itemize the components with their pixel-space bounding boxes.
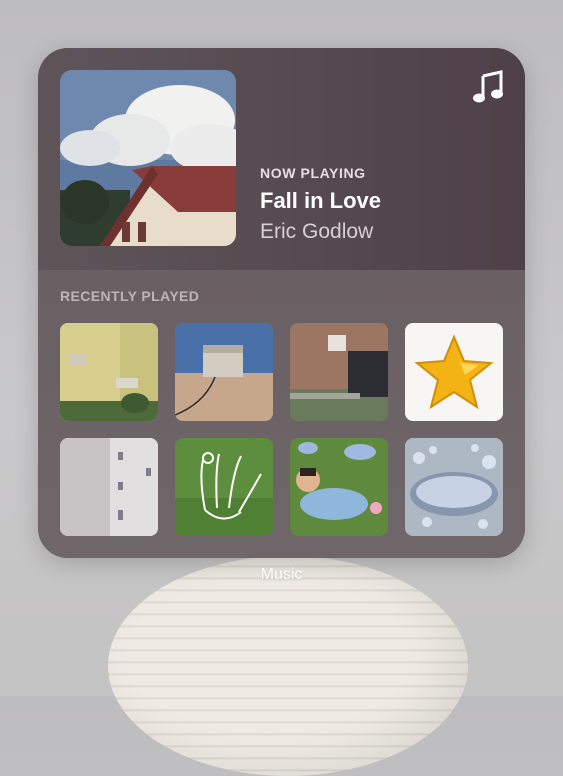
recent-item-white-building-photo[interactable] — [60, 438, 158, 536]
music-widget[interactable]: NOW PLAYING Fall in Love Eric Godlow REC… — [38, 48, 525, 558]
recent-item-brick-wall-car-photo[interactable] — [290, 323, 388, 421]
background-lamp — [108, 556, 468, 776]
recently-played-grid — [60, 323, 503, 536]
artist-name[interactable]: Eric Godlow — [260, 220, 373, 244]
now-playing-label: NOW PLAYING — [260, 165, 366, 181]
recent-item-lying-person-art[interactable] — [290, 438, 388, 536]
music-note-icon — [473, 70, 503, 104]
recently-played-label: RECENTLY PLAYED — [60, 288, 200, 304]
song-title[interactable]: Fall in Love — [260, 188, 381, 214]
recent-item-gold-star-art[interactable] — [405, 323, 503, 421]
recent-item-building-photo[interactable] — [60, 323, 158, 421]
recent-item-balloon-lettering-art[interactable] — [405, 438, 503, 536]
recent-item-amp-photo[interactable] — [175, 323, 273, 421]
recent-item-grass-hand-doodle[interactable] — [175, 438, 273, 536]
app-caption: Music — [260, 566, 303, 583]
now-playing-album-art[interactable] — [60, 70, 236, 246]
